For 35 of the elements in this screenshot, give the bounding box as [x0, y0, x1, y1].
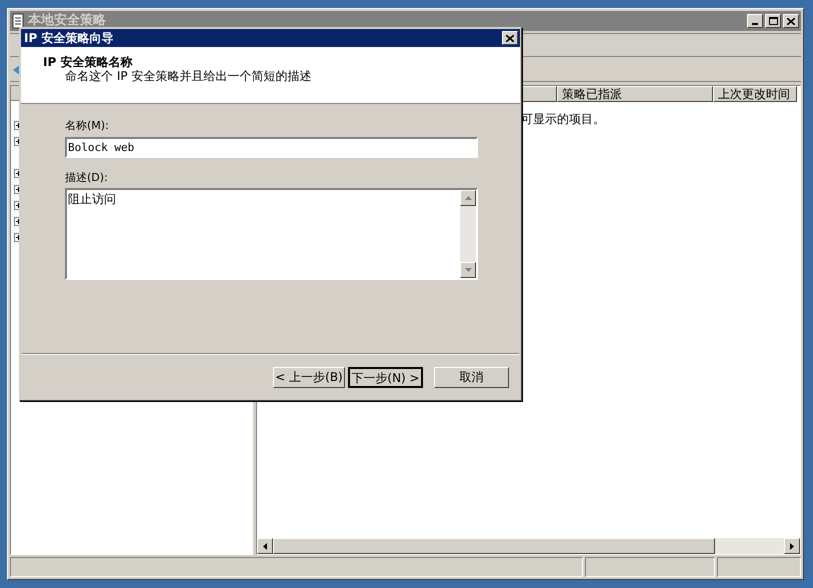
up-arrow-icon	[464, 196, 472, 200]
empty-message: 可显示的项目。	[521, 112, 605, 126]
maximize-button[interactable]	[765, 14, 781, 28]
close-icon	[506, 34, 514, 42]
column-header[interactable]: 上次更改时间	[713, 86, 797, 102]
horizontal-scrollbar[interactable]	[257, 538, 800, 554]
document-icon	[12, 13, 24, 29]
page-description: 命名这个 IP 安全策略并且给出一个简短的描述	[64, 69, 312, 83]
name-label: 名称(M):	[65, 118, 110, 134]
window-title: 本地安全策略	[28, 12, 106, 30]
page-heading: IP 安全策略名称	[43, 55, 134, 69]
scroll-up-button[interactable]	[460, 190, 476, 206]
left-arrow-icon	[263, 542, 267, 550]
minimize-button[interactable]	[747, 14, 763, 28]
scroll-left-button[interactable]	[257, 538, 273, 554]
close-icon	[787, 18, 795, 24]
vertical-scrollbar[interactable]	[460, 190, 476, 278]
minimize-icon	[752, 23, 758, 25]
close-button[interactable]	[502, 31, 518, 45]
right-arrow-icon	[790, 542, 794, 550]
description-text: 阻止访问	[67, 191, 117, 208]
column-header[interactable]: 策略已指派	[557, 86, 713, 102]
scroll-thumb[interactable]	[273, 538, 715, 554]
maximize-icon	[768, 17, 778, 25]
down-arrow-icon	[464, 268, 472, 272]
description-field[interactable]: 阻止访问	[65, 188, 478, 280]
dialog-title: IP 安全策略向导	[24, 30, 114, 47]
wizard-button[interactable]: < 上一步(B)	[273, 366, 345, 388]
wizard-button[interactable]: 取消	[434, 366, 509, 388]
wizard-button[interactable]: 下一步(N) >	[348, 366, 423, 388]
name-field[interactable]: Bolock web	[65, 136, 478, 158]
scroll-down-button[interactable]	[460, 262, 476, 278]
description-label: 描述(D):	[65, 170, 109, 186]
close-button[interactable]	[783, 14, 799, 28]
scroll-right-button[interactable]	[784, 538, 800, 554]
